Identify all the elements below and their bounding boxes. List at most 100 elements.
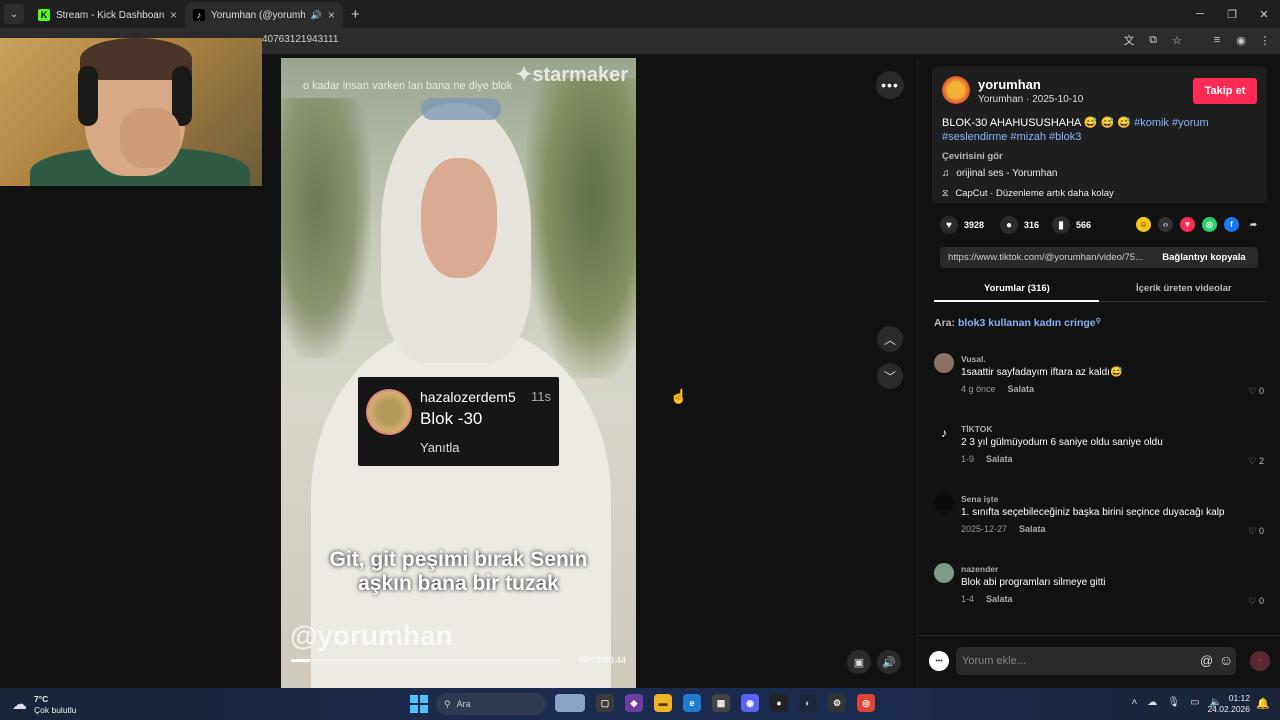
discord-icon[interactable]: ◉ xyxy=(741,694,759,712)
avatar[interactable] xyxy=(934,353,954,373)
post-username[interactable]: yorumhan xyxy=(978,77,1041,92)
reply-button[interactable]: Salata xyxy=(986,594,1013,604)
media-icon[interactable]: ≡ xyxy=(1210,32,1224,48)
post-subline: Yorumhan · 2025-10-10 xyxy=(978,94,1084,105)
reply-button[interactable]: Salata xyxy=(986,454,1013,464)
microphone-icon[interactable]: 🎙 xyxy=(1167,697,1180,708)
profile-icon[interactable]: ◉ xyxy=(1234,32,1248,48)
tab-creator-videos[interactable]: İçerik üreten videolar xyxy=(1136,283,1232,294)
chrome-icon[interactable]: ◎ xyxy=(857,694,875,712)
comment-user[interactable]: Vusal. xyxy=(961,354,986,364)
pip-button[interactable]: ▣ xyxy=(847,650,871,674)
search-query[interactable]: blok3 kullanan kadın cringe xyxy=(958,317,1096,329)
avatar[interactable]: ••• xyxy=(929,651,949,671)
restore-icon[interactable]: ❐ xyxy=(1216,0,1248,28)
onedrive-icon[interactable]: ☁ xyxy=(1147,697,1157,708)
mention-icon[interactable]: @ xyxy=(1200,653,1213,668)
emoji-share-icon[interactable]: ☺ xyxy=(1136,217,1151,232)
tab-comments[interactable]: Yorumlar (316) xyxy=(984,283,1050,294)
send-icon[interactable]: ▼ xyxy=(1180,217,1195,232)
task-view-icon[interactable]: ▢ xyxy=(596,694,614,712)
next-video-button[interactable]: ﹀ xyxy=(877,363,903,389)
search-icon: ⚲ xyxy=(1095,318,1101,325)
reply-button[interactable]: Salata xyxy=(1019,524,1046,534)
window-controls: ─ ❐ ✕ xyxy=(1184,0,1280,28)
weather-widget[interactable]: 7°C Çok bulutlu xyxy=(34,694,77,716)
music-row[interactable]: ♫ orijinal ses - Yorumhan xyxy=(942,168,1057,179)
heart-icon: ♡ xyxy=(1248,596,1257,606)
hashtags[interactable]: #seslendirme #mizah #blok3 xyxy=(942,131,1081,143)
close-window-icon[interactable]: ✕ xyxy=(1248,0,1280,28)
steam-icon[interactable]: ◐ xyxy=(799,694,817,712)
previous-video-button[interactable]: ︿ xyxy=(877,326,903,352)
close-icon[interactable]: × xyxy=(170,8,177,22)
minimize-icon[interactable]: ─ xyxy=(1184,0,1216,28)
tiktok-icon[interactable]: ♪ xyxy=(934,423,954,443)
copy-link-button[interactable]: Bağlantıyı kopyala xyxy=(1150,247,1258,268)
send-comment-button[interactable]: ↑ xyxy=(1250,651,1270,671)
speaker-icon[interactable]: 🔊 xyxy=(311,10,322,21)
windows-taskbar: ☁ 7°C Çok bulutlu ⚲ Ara ▢ ◆ ▬ e ▦ ◉ ● ◐ … xyxy=(0,688,1280,720)
capcut-row[interactable]: ⧖ CapCut · Düzenleme artık daha kolay xyxy=(942,188,1114,199)
comment-text: 2 3 yıl gülmüyodum 6 saniye oldu saniye … xyxy=(961,437,1163,448)
like-button[interactable]: ♥ 3928 xyxy=(940,216,984,234)
network-icon[interactable]: ▭ xyxy=(1190,697,1199,708)
tab-kick-dashboard[interactable]: K Stream - Kick Dashboard × xyxy=(30,2,185,28)
start-button[interactable] xyxy=(410,695,428,713)
store-icon[interactable]: ▦ xyxy=(712,694,730,712)
install-icon[interactable]: ⧉ xyxy=(1146,32,1160,48)
app-icon[interactable]: ⚙ xyxy=(828,694,846,712)
widgets-icon[interactable] xyxy=(555,694,585,712)
avatar[interactable] xyxy=(934,493,954,513)
reply-button[interactable]: Salata xyxy=(1008,384,1035,394)
chevron-up-icon[interactable]: ˄ xyxy=(1132,697,1138,708)
video-subtitle: Git, git peşimi bırak Senin aşkın bana b… xyxy=(281,548,636,596)
save-button[interactable]: ▮ 566 xyxy=(1052,216,1091,234)
emoji-icon[interactable]: ☺ xyxy=(1219,652,1233,668)
new-tab-button[interactable]: + xyxy=(351,6,360,23)
comment-like[interactable]: ♡ 0 xyxy=(1248,596,1264,607)
whatsapp-icon[interactable]: ◎ xyxy=(1202,217,1217,232)
share-arrow-icon[interactable]: ➦ xyxy=(1246,217,1261,232)
edge-icon[interactable]: e xyxy=(683,694,701,712)
comment-input[interactable] xyxy=(956,647,1236,675)
comment-user[interactable]: nazender xyxy=(961,564,998,574)
translate-icon[interactable]: 文 xyxy=(1122,32,1136,48)
avatar[interactable] xyxy=(934,563,954,583)
post-info-box: yorumhan Yorumhan · 2025-10-10 Takip et … xyxy=(932,66,1267,203)
translate-link[interactable]: Çevirisini gör xyxy=(942,151,1003,162)
hashtags[interactable]: #komik #yorum xyxy=(1134,117,1209,129)
taskbar-search[interactable]: ⚲ Ara xyxy=(436,693,546,715)
post-link[interactable]: https://www.tiktok.com/@yorumhan/video/7… xyxy=(948,252,1143,263)
obs-icon[interactable]: ● xyxy=(770,694,788,712)
comment-like[interactable]: ♡ 0 xyxy=(1248,526,1264,537)
related-search[interactable]: Ara: blok3 kullanan kadın cringe⚲ xyxy=(934,317,1101,329)
file-explorer-icon[interactable]: ▬ xyxy=(654,694,672,712)
comment-user[interactable]: TİKTOK xyxy=(961,424,992,434)
notification-bell-icon[interactable]: 🔔 xyxy=(1256,697,1270,710)
menu-icon[interactable]: ⋮ xyxy=(1258,32,1272,48)
more-options-button[interactable]: ••• xyxy=(876,71,904,99)
tab-tiktok[interactable]: ♪ Yorumhan (@yorumhan) | T 🔊 × xyxy=(185,2,343,28)
star-icon[interactable]: ☆ xyxy=(1170,32,1184,48)
tab-search-button[interactable]: ⌄ xyxy=(4,4,24,24)
follow-button[interactable]: Takip et xyxy=(1193,78,1257,104)
clock[interactable]: 01:12 24.02.2026 xyxy=(1207,693,1250,715)
media-app-icon[interactable]: ◆ xyxy=(625,694,643,712)
url-text[interactable]: 40763121943111 xyxy=(262,34,338,45)
comment-like[interactable]: ♡ 2 xyxy=(1248,456,1264,467)
close-icon[interactable]: × xyxy=(328,8,335,22)
comment-like[interactable]: ♡ 0 xyxy=(1248,386,1264,397)
comment-user[interactable]: Sena işte xyxy=(961,494,998,504)
capcut-icon: ⧖ xyxy=(942,188,949,199)
list-item: Sena işte 1. sınıfta seçebileceğiniz baş… xyxy=(934,493,1264,543)
comment-like-count: 0 xyxy=(1258,596,1264,606)
volume-button[interactable]: 🔊 xyxy=(877,650,901,674)
taskbar-apps: ▢ ◆ ▬ e ▦ ◉ ● ◐ ⚙ ◎ xyxy=(555,694,875,712)
facebook-icon[interactable]: f xyxy=(1224,217,1239,232)
video-player[interactable]: ✦starmaker o kadar insan varken lan bana… xyxy=(281,58,636,688)
comment-button[interactable]: ● 316 xyxy=(1000,216,1039,234)
avatar[interactable] xyxy=(942,76,970,104)
video-progress-bar[interactable] xyxy=(291,659,561,662)
embed-icon[interactable]: ‹› xyxy=(1158,217,1173,232)
